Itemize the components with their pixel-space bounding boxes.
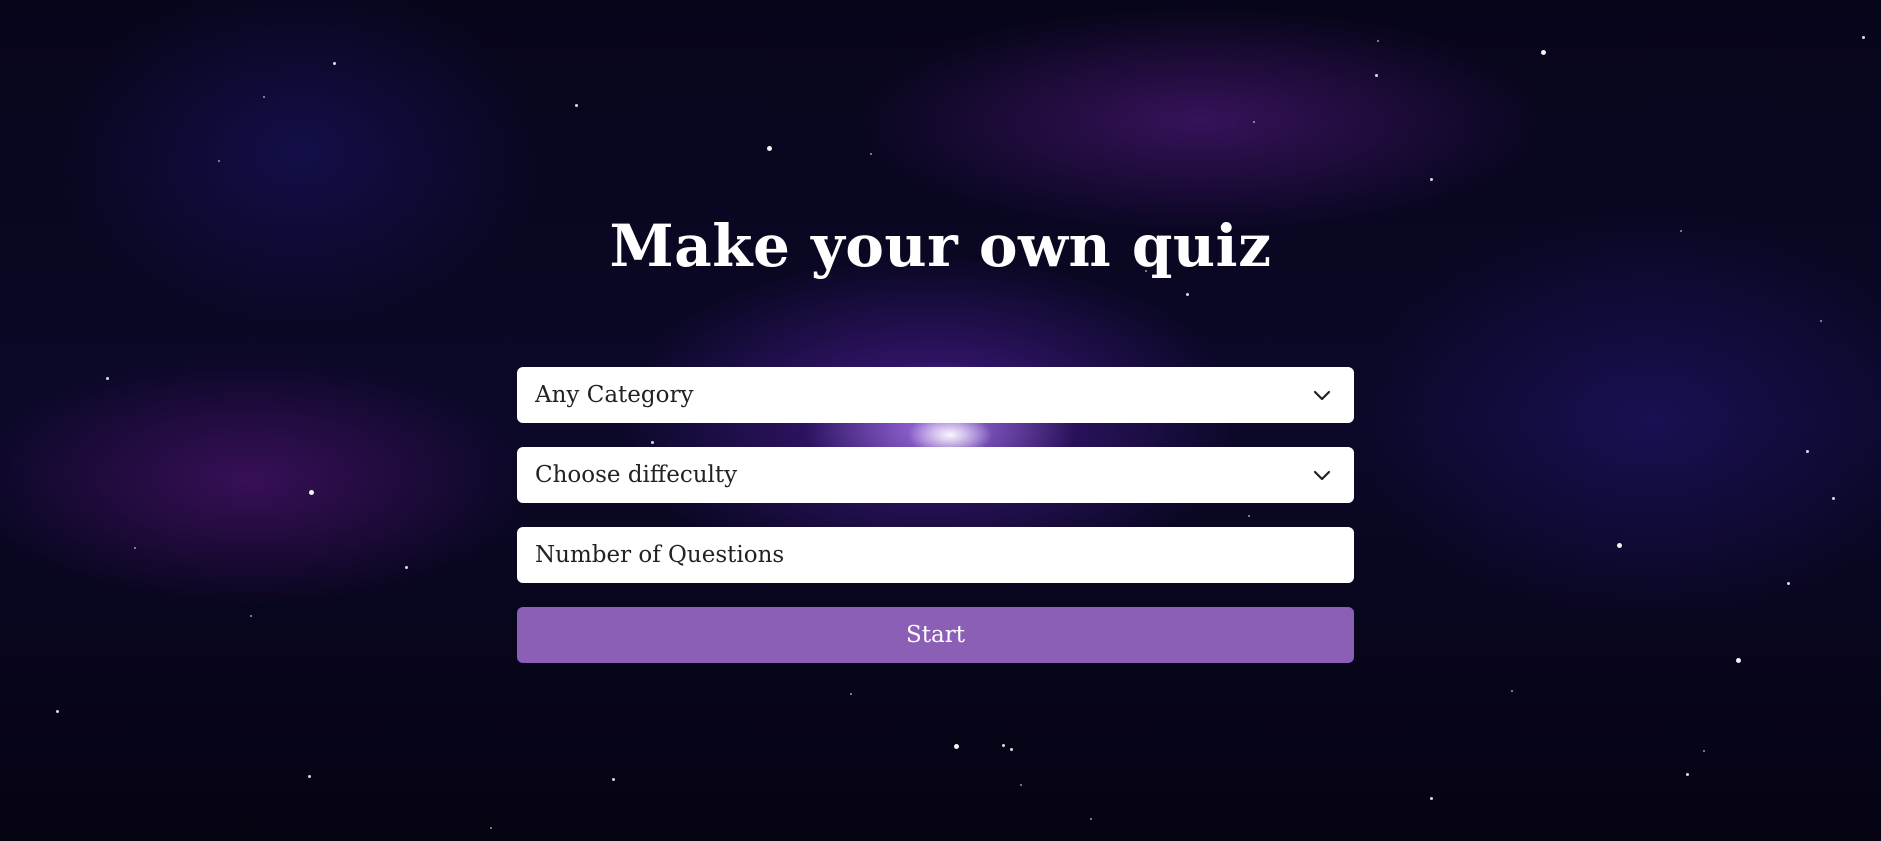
difficulty-select[interactable]: Choose diffeculty bbox=[517, 447, 1354, 503]
category-select-value: Any Category bbox=[535, 382, 694, 408]
number-of-questions-placeholder: Number of Questions bbox=[535, 542, 785, 568]
chevron-down-icon bbox=[1312, 465, 1332, 485]
difficulty-select-value: Choose diffeculty bbox=[535, 462, 738, 488]
start-button-label: Start bbox=[906, 622, 965, 648]
quiz-form: Any Category Choose diffeculty Number of… bbox=[517, 367, 1354, 663]
chevron-down-icon bbox=[1312, 385, 1332, 405]
number-of-questions-input[interactable]: Number of Questions bbox=[517, 527, 1354, 583]
start-button[interactable]: Start bbox=[517, 607, 1354, 663]
category-select[interactable]: Any Category bbox=[517, 367, 1354, 423]
page-title: Make your own quiz bbox=[609, 212, 1272, 280]
